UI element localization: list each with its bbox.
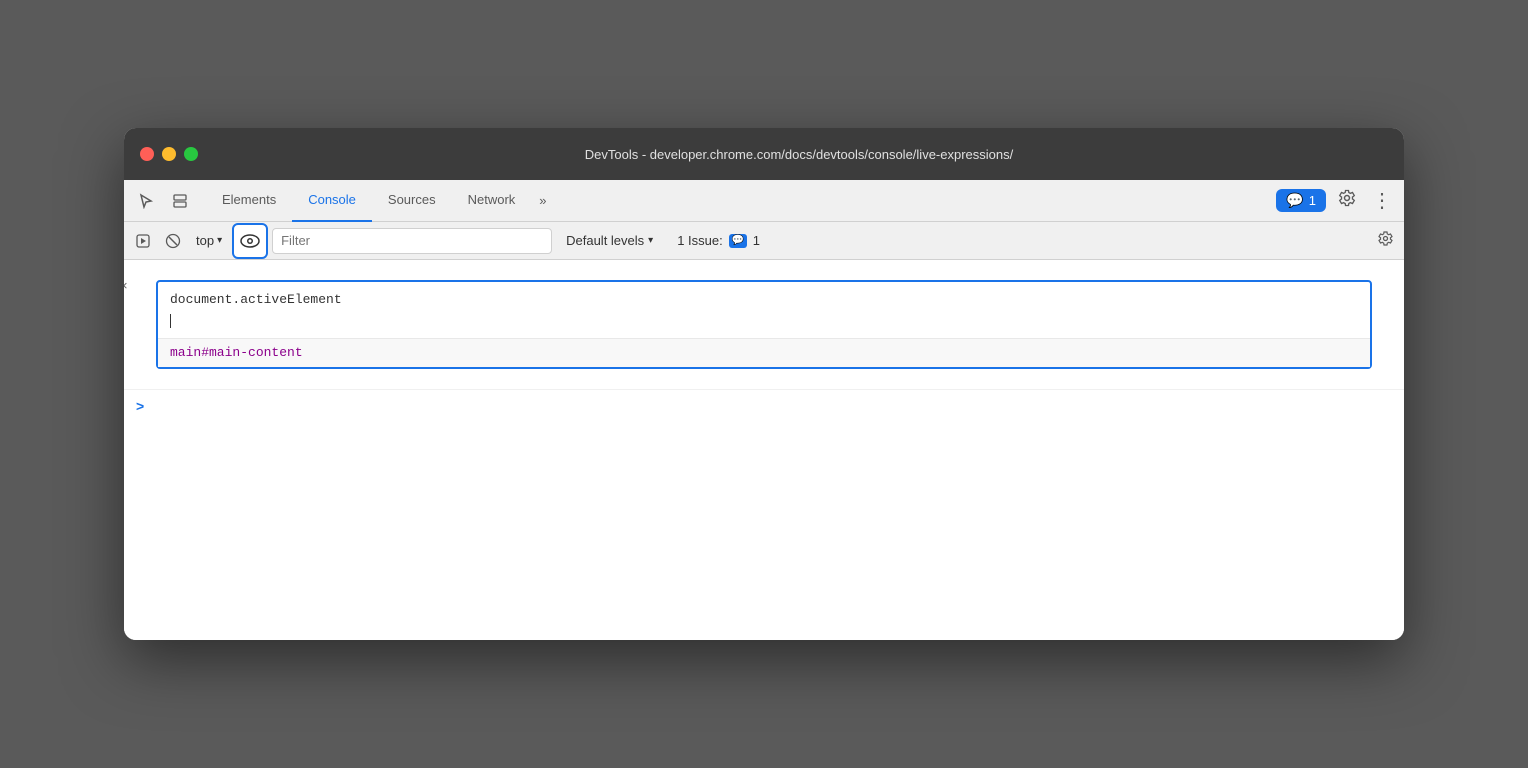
devtools-window: DevTools - developer.chrome.com/docs/dev…: [124, 128, 1404, 640]
levels-dropdown-arrow-icon: ▾: [648, 235, 653, 246]
tabbar: Elements Console Sources Network » 💬 1: [124, 180, 1404, 222]
tabbar-right: 💬 1 ⋮: [1276, 184, 1396, 217]
chat-icon: 💬: [1286, 192, 1303, 209]
clear-console-button[interactable]: [160, 228, 186, 254]
eye-icon: [240, 234, 260, 248]
cursor-icon: [138, 193, 154, 209]
live-expression-button[interactable]: [232, 223, 268, 259]
traffic-lights: [140, 147, 198, 161]
maximize-button[interactable]: [184, 147, 198, 161]
tabbar-icons: [132, 187, 194, 215]
settings-gear-icon[interactable]: [1334, 185, 1360, 216]
prompt-chevron-icon: >: [136, 398, 144, 414]
tab-sources[interactable]: Sources: [372, 180, 452, 222]
execute-icon: [136, 234, 150, 248]
tab-more[interactable]: »: [531, 180, 554, 222]
live-expression-code: document.activeElement: [170, 290, 1358, 332]
dropdown-arrow-icon: ▾: [217, 235, 222, 246]
execute-script-button[interactable]: [130, 228, 156, 254]
issue-badge[interactable]: 💬 1: [1276, 189, 1326, 212]
live-expression-close-button[interactable]: ×: [124, 278, 128, 293]
live-expression-box[interactable]: document.activeElement main#main-content: [156, 280, 1372, 369]
more-options-icon[interactable]: ⋮: [1368, 184, 1396, 217]
console-content: × document.activeElement main#main-conte…: [124, 260, 1404, 640]
console-prompt-row: >: [124, 389, 1404, 422]
layers-icon: [172, 193, 188, 209]
console-settings-gear-icon[interactable]: [1373, 226, 1398, 256]
log-levels-button[interactable]: Default levels ▾: [556, 230, 663, 251]
devtools-body: Elements Console Sources Network » 💬 1: [124, 180, 1404, 640]
clear-icon: [165, 233, 181, 249]
tab-console[interactable]: Console: [292, 180, 372, 222]
issues-chat-icon: 💬: [729, 234, 747, 248]
tab-elements[interactable]: Elements: [206, 180, 292, 222]
tab-network[interactable]: Network: [452, 180, 532, 222]
titlebar: DevTools - developer.chrome.com/docs/dev…: [124, 128, 1404, 180]
live-expression-wrapper: × document.activeElement main#main-conte…: [144, 270, 1384, 379]
filter-input[interactable]: [272, 228, 552, 254]
close-button[interactable]: [140, 147, 154, 161]
cursor-icon-btn[interactable]: [132, 187, 160, 215]
issues-counter-button[interactable]: 1 Issue: 💬 1: [667, 230, 770, 251]
layers-icon-btn[interactable]: [166, 187, 194, 215]
console-prompt-input[interactable]: [150, 398, 1392, 413]
window-title: DevTools - developer.chrome.com/docs/dev…: [210, 147, 1388, 162]
live-expression-result: main#main-content: [158, 338, 1370, 367]
minimize-button[interactable]: [162, 147, 176, 161]
console-toolbar: top ▾ Default levels ▾ 1 Issue: 💬 1: [124, 222, 1404, 260]
cursor-blink: [170, 314, 171, 328]
context-selector[interactable]: top ▾: [190, 231, 228, 250]
